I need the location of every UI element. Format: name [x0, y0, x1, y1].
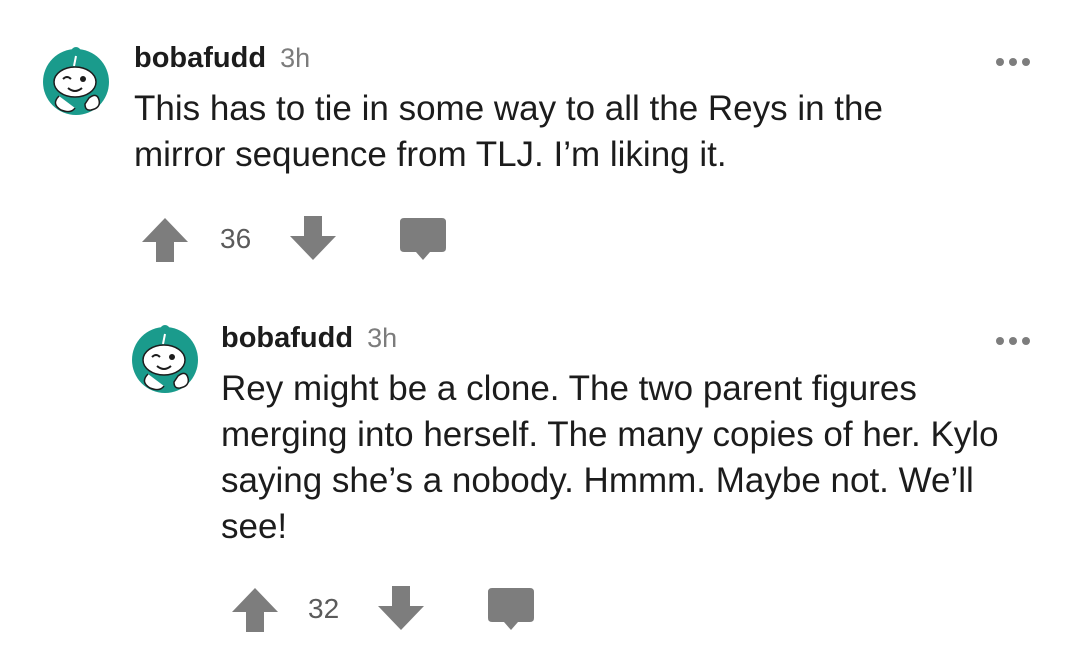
more-options-icon [996, 58, 1030, 66]
comment-reply: bobafudd 3h Rey might be a clone. The two… [0, 300, 1080, 667]
vote-score: 32 [308, 593, 340, 624]
comment-actions: 36 [140, 214, 460, 264]
user-avatar[interactable] [41, 46, 111, 116]
comment-body: This has to tie in some way to all the R… [134, 89, 883, 174]
reply-bubble-icon [400, 218, 446, 260]
comment-header: bobafudd 3h [134, 40, 310, 81]
reply-button[interactable] [398, 214, 448, 264]
vote-score: 36 [220, 223, 252, 254]
timestamp: 3h [280, 43, 311, 73]
downvote-arrow-icon [290, 216, 336, 260]
comment-actions: 32 [230, 584, 550, 634]
upvote-arrow-icon [232, 588, 278, 632]
more-options-icon [996, 337, 1030, 345]
snoo-avatar-icon [132, 325, 198, 393]
comment: bobafudd 3h This has to tie in some way t… [0, 0, 1080, 300]
user-avatar[interactable] [130, 324, 200, 394]
downvote-button[interactable] [288, 214, 338, 264]
reply-bubble-icon [488, 588, 534, 630]
timestamp: 3h [367, 323, 398, 353]
username[interactable]: bobafudd [134, 42, 266, 74]
upvote-button[interactable] [230, 584, 280, 634]
username[interactable]: bobafudd [221, 322, 353, 354]
downvote-arrow-icon [378, 586, 424, 630]
upvote-arrow-icon [142, 218, 188, 262]
more-options-button[interactable] [995, 334, 1031, 346]
upvote-button[interactable] [140, 214, 190, 264]
downvote-button[interactable] [376, 584, 426, 634]
snoo-avatar-icon [43, 47, 109, 115]
more-options-button[interactable] [995, 55, 1031, 67]
comment-header: bobafudd 3h [221, 320, 397, 361]
comment-body: Rey might be a clone. The two parent fig… [221, 369, 999, 546]
reply-button[interactable] [486, 584, 536, 634]
